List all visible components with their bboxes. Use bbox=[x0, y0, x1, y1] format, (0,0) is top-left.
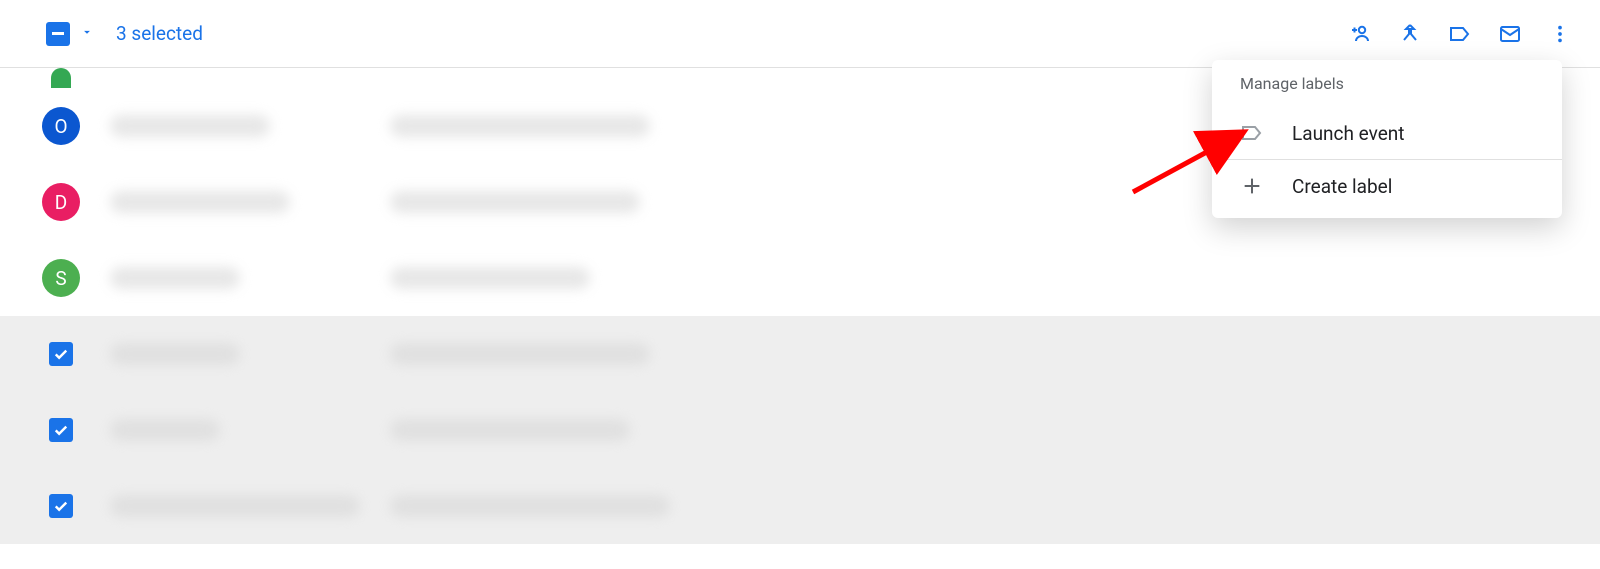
check-icon bbox=[52, 345, 70, 363]
email-button[interactable] bbox=[1498, 22, 1522, 46]
toolbar-actions bbox=[1348, 22, 1572, 46]
add-person-button[interactable] bbox=[1348, 22, 1372, 46]
avatar-letter: D bbox=[55, 191, 67, 214]
label-button[interactable] bbox=[1448, 22, 1472, 46]
label-outline-icon bbox=[1448, 21, 1472, 47]
more-vert-icon bbox=[1549, 23, 1571, 45]
menu-item-label: Launch event bbox=[1292, 122, 1404, 145]
menu-item-create-label[interactable]: Create label bbox=[1212, 159, 1562, 218]
indeterminate-icon bbox=[52, 32, 64, 35]
caret-down-icon bbox=[80, 25, 94, 39]
contact-name bbox=[110, 115, 270, 137]
merge-button[interactable] bbox=[1398, 22, 1422, 46]
toolbar: 3 selected bbox=[0, 0, 1600, 68]
list-item[interactable]: S bbox=[0, 240, 1600, 316]
contact-name bbox=[110, 191, 290, 213]
manage-labels-menu: Manage labels Launch event Create label bbox=[1212, 60, 1562, 218]
menu-item-label: Create label bbox=[1292, 175, 1392, 198]
merge-icon bbox=[1398, 22, 1422, 46]
list-item[interactable] bbox=[0, 392, 1600, 468]
contact-email bbox=[390, 495, 670, 517]
avatar: S bbox=[42, 259, 80, 297]
contact-name bbox=[110, 495, 360, 517]
avatar: O bbox=[42, 107, 80, 145]
select-dropdown-caret[interactable] bbox=[80, 24, 94, 43]
menu-item-launch-event[interactable]: Launch event bbox=[1212, 107, 1562, 159]
mail-icon bbox=[1498, 21, 1522, 47]
contact-email bbox=[390, 191, 640, 213]
more-button[interactable] bbox=[1548, 22, 1572, 46]
avatar bbox=[51, 68, 71, 88]
avatar-letter: O bbox=[54, 115, 67, 138]
list-item[interactable] bbox=[0, 468, 1600, 544]
row-checkbox[interactable] bbox=[49, 342, 73, 366]
row-checkbox[interactable] bbox=[49, 418, 73, 442]
list-item[interactable] bbox=[0, 316, 1600, 392]
contact-name bbox=[110, 419, 220, 441]
contact-name bbox=[110, 343, 240, 365]
check-icon bbox=[52, 497, 70, 515]
contact-name bbox=[110, 267, 240, 289]
avatar: D bbox=[42, 183, 80, 221]
row-checkbox[interactable] bbox=[49, 494, 73, 518]
label-outline-icon bbox=[1240, 121, 1264, 145]
contact-email bbox=[390, 267, 590, 289]
person-add-icon bbox=[1348, 21, 1372, 47]
menu-header: Manage labels bbox=[1212, 74, 1562, 107]
select-all-checkbox[interactable] bbox=[46, 22, 70, 46]
check-icon bbox=[52, 421, 70, 439]
avatar-letter: S bbox=[55, 267, 66, 290]
contact-email bbox=[390, 343, 650, 365]
selection-count: 3 selected bbox=[116, 22, 203, 45]
contact-email bbox=[390, 115, 650, 137]
contact-email bbox=[390, 419, 630, 441]
plus-icon bbox=[1240, 174, 1264, 198]
